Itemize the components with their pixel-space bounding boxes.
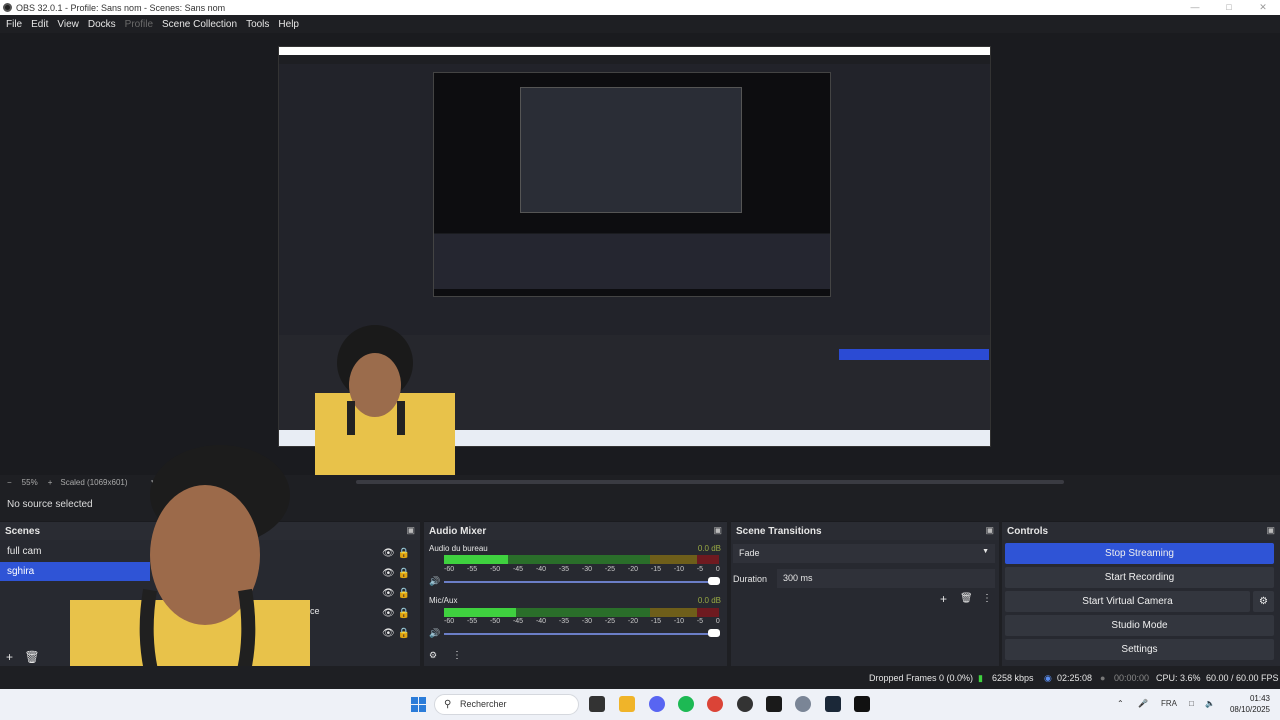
maximize-button[interactable]: □ (1212, 0, 1246, 15)
window-title: OBS 32.0.1 - Profile: Sans nom - Scenes:… (16, 2, 226, 13)
signal-icon: ▮ (978, 673, 983, 683)
virtual-camera-settings-button[interactable]: ⚙ (1253, 591, 1274, 612)
channel-name: Mic/Aux (429, 596, 458, 605)
close-button[interactable]: ✕ (1246, 0, 1280, 15)
controls-title: Controls (1007, 526, 1049, 537)
bitrate: 6258 kbps (992, 673, 1034, 683)
studio-mode-button[interactable]: Studio Mode (1005, 615, 1274, 636)
controls-undock-icon[interactable]: ▣ (1266, 525, 1275, 536)
volume-slider-handle[interactable] (708, 577, 720, 585)
terminal-icon[interactable] (766, 696, 782, 712)
cpu-usage: CPU: 3.6% (1156, 673, 1201, 683)
duration-label: Duration (733, 574, 768, 584)
visibility-icon[interactable]: 👁 🔒 (382, 604, 412, 624)
visibility-icon[interactable]: 👁 🔒 (382, 564, 412, 584)
discord-icon[interactable] (649, 696, 665, 712)
sources-undock-icon[interactable]: ▣ (406, 525, 415, 536)
volume-slider[interactable] (444, 633, 720, 635)
menu-file[interactable]: File (6, 19, 22, 30)
start-virtual-camera-button[interactable]: Start Virtual Camera (1005, 591, 1250, 612)
app-icon[interactable] (854, 696, 870, 712)
duration-input[interactable]: 300 ms (777, 569, 995, 588)
scene-transitions-dock: Scene Transitions ▣ Fade ▼ Duration 300 m… (731, 521, 999, 666)
gear-icon: ⚙ (1259, 596, 1268, 607)
menu-scene-collection[interactable]: Scene Collection (162, 19, 237, 30)
captured-screen-inner (433, 72, 831, 297)
menu-view[interactable]: View (57, 19, 79, 30)
obs-taskbar-icon[interactable] (737, 696, 753, 712)
spotify-icon[interactable] (678, 696, 694, 712)
minimize-button[interactable]: — (1178, 0, 1212, 15)
taskbar-search[interactable]: ⚲ Rechercher (434, 694, 579, 715)
menu-profile: Profile (124, 18, 154, 30)
microphone-icon[interactable]: 🎤 (1138, 699, 1148, 708)
visibility-icon[interactable]: 👁 🔒 (382, 624, 412, 644)
visibility-icon[interactable]: 👁 🔒 (382, 584, 412, 604)
scene-transitions-title: Scene Transitions (736, 526, 822, 537)
search-icon: ⚲ (444, 699, 452, 710)
remove-transition-icon[interactable]: 🗑 (960, 593, 973, 604)
preview-canvas[interactable] (0, 33, 1280, 475)
dropped-frames: Dropped Frames 0 (0.0%) (869, 673, 974, 683)
preview-scrollbar[interactable] (356, 480, 1064, 484)
speaker-icon[interactable]: 🔊 (429, 628, 440, 639)
steam-icon[interactable] (825, 696, 841, 712)
chevron-down-icon: ▼ (982, 548, 989, 555)
windows-taskbar: ⚲ Rechercher ⌃ 🎤 FRA □ 🔈 01:43 08/10/202… (0, 689, 1280, 720)
file-explorer-icon[interactable] (619, 696, 635, 712)
stop-streaming-button[interactable]: Stop Streaming (1005, 543, 1274, 564)
fps: 60.00 / 60.00 FPS (1206, 673, 1279, 683)
volume-slider-handle[interactable] (708, 629, 720, 637)
volume-icon[interactable]: 🔈 (1205, 699, 1215, 708)
record-time: 00:00:00 (1114, 673, 1150, 683)
add-transition-icon[interactable]: + (940, 592, 947, 606)
window-titlebar: OBS 32.0.1 - Profile: Sans nom - Scenes:… (0, 0, 1280, 15)
speaker-icon[interactable]: 🔊 (429, 576, 440, 587)
menu-tools[interactable]: Tools (246, 19, 269, 30)
transition-select[interactable]: Fade ▼ (733, 544, 995, 563)
obs-app-icon (3, 3, 12, 12)
language-indicator[interactable]: FRA (1161, 699, 1177, 708)
mixer-settings-icon[interactable]: ⚙ (429, 650, 437, 661)
channel-name: Audio du bureau (429, 544, 488, 553)
volume-meter-level (444, 608, 516, 617)
network-icon[interactable]: □ (1189, 699, 1194, 708)
volume-slider[interactable] (444, 581, 720, 583)
status-bar: Dropped Frames 0 (0.0%) ▮ 6258 kbps ◉ 02… (0, 666, 1280, 689)
visibility-icon[interactable]: 👁 🔒 (382, 544, 412, 564)
stream-icon: ◉ (1044, 673, 1052, 683)
transition-menu-icon[interactable]: ⋮ (982, 593, 992, 604)
channel-db: 0.0 dB (697, 596, 721, 605)
task-view-icon[interactable] (589, 696, 605, 712)
taskbar-clock[interactable]: 01:43 08/10/2025 (1230, 693, 1270, 715)
menu-bar: File Edit View Docks Profile Scene Colle… (0, 15, 1280, 33)
chrome-icon[interactable] (707, 696, 723, 712)
settings-app-icon[interactable] (795, 696, 811, 712)
menu-docks[interactable]: Docks (88, 19, 116, 30)
start-recording-button[interactable]: Start Recording (1005, 567, 1274, 588)
stream-time: 02:25:08 (1057, 673, 1093, 683)
audio-mixer-title: Audio Mixer (429, 526, 487, 537)
record-icon: ● (1100, 673, 1106, 683)
settings-button[interactable]: Settings (1005, 639, 1274, 660)
volume-meter-level (444, 555, 508, 564)
menu-edit[interactable]: Edit (31, 19, 48, 30)
windows-start-icon[interactable] (411, 697, 426, 712)
menu-help[interactable]: Help (278, 19, 299, 30)
tray-chevron-icon[interactable]: ⌃ (1117, 699, 1124, 708)
transitions-undock-icon[interactable]: ▣ (985, 525, 994, 536)
audio-mixer-dock: Audio Mixer ▣ Audio du bureau 0.0 dB -60-… (424, 521, 727, 666)
mixer-undock-icon[interactable]: ▣ (713, 525, 722, 536)
channel-db: 0.0 dB (697, 544, 721, 553)
mixer-menu-icon[interactable]: ⋮ (452, 650, 462, 661)
